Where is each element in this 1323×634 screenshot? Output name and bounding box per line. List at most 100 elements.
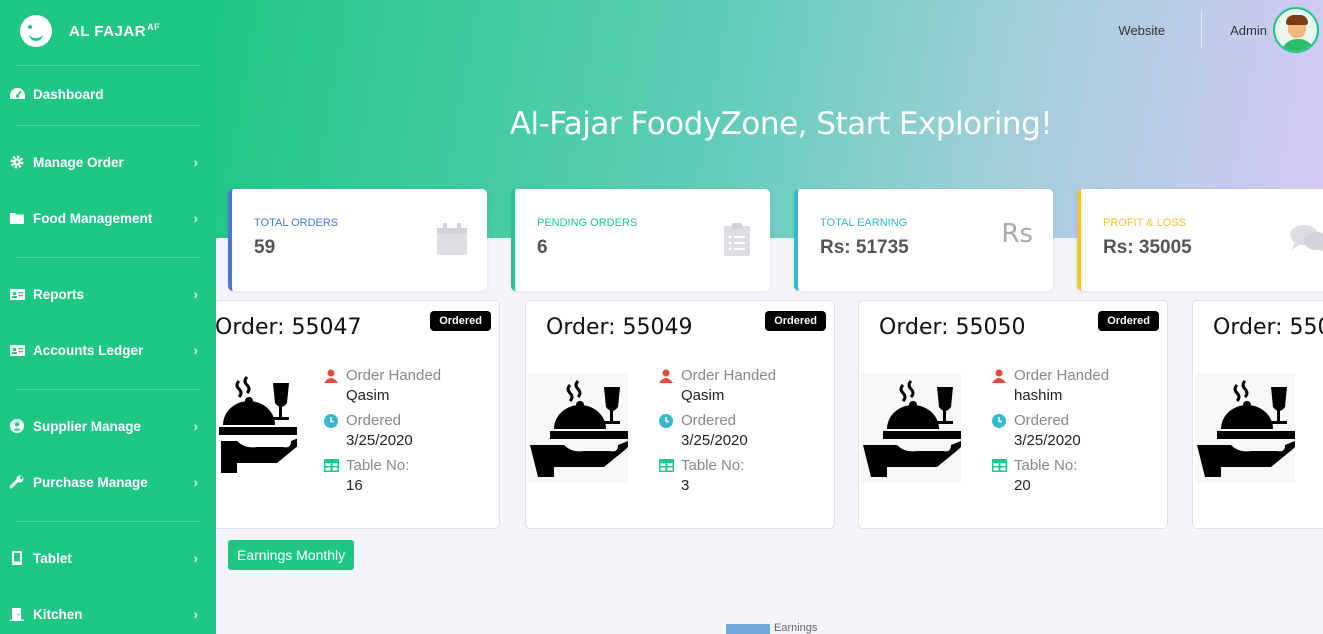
handed-value: Qasim: [346, 387, 390, 404]
stat-card-profit-loss: PROFIT & LOSS Rs: 35005: [1077, 189, 1323, 291]
table-icon: [992, 458, 1007, 473]
order-title: Order: 55047: [215, 315, 362, 340]
ordered-value: 3/25/2020: [1014, 432, 1081, 449]
sidebar: AL FAJARAF Dashboard Manage Order › Food…: [0, 0, 216, 634]
sidebar-item-manage-order[interactable]: Manage Order ›: [0, 134, 216, 190]
earnings-monthly-button[interactable]: Earnings Monthly: [228, 540, 355, 570]
order-card[interactable]: Order: 55049 Ordered Order Handed Qasim O…: [525, 300, 835, 529]
order-card[interactable]: Order: 55047 Ordered Order Handed Qasim O…: [190, 300, 500, 529]
ordered-value: 3/25/2020: [346, 432, 413, 449]
legend-label: Earnings: [774, 622, 818, 634]
calendar-icon: [437, 223, 467, 260]
table-label: Table No:: [681, 457, 745, 474]
page-title: Al-Fajar FoodyZone, Start Exploring!: [509, 106, 1053, 142]
table-value: 16: [346, 477, 363, 494]
sidebar-item-label: Supplier Manage: [33, 418, 142, 434]
sidebar-item-reports[interactable]: Reports ›: [0, 266, 216, 322]
sidebar-item-tablet[interactable]: Tablet ›: [0, 530, 216, 586]
wrench-icon: [9, 475, 25, 489]
id-card-icon: [9, 287, 25, 301]
clipboard-icon: [724, 223, 750, 261]
handed-label: Order Handed: [1014, 367, 1110, 384]
stat-card-total-orders: TOTAL ORDERS 59: [228, 189, 487, 291]
sidebar-item-label: Tablet: [33, 550, 72, 566]
avatar[interactable]: [1273, 7, 1319, 53]
chevron-right-icon: ›: [193, 154, 198, 170]
mobile-icon: [9, 551, 25, 565]
rupee-icon: Rs: [1001, 219, 1033, 249]
user-icon: [659, 369, 673, 383]
chevron-right-icon: ›: [193, 550, 198, 566]
legend-swatch: [726, 624, 770, 634]
chevron-right-icon: ›: [193, 474, 198, 490]
handed-value: Qasim: [681, 387, 725, 404]
brand-logo-icon: [20, 15, 52, 47]
handed-label: Order Handed: [346, 367, 442, 384]
stat-card-pending-orders: PENDING ORDERS 6: [511, 189, 770, 291]
order-title: Order: 550: [1213, 315, 1323, 340]
table-icon: [324, 458, 339, 473]
ordered-label: Ordered: [1014, 412, 1070, 429]
admin-menu[interactable]: Admin: [1202, 7, 1323, 53]
status-badge: Ordered: [765, 311, 826, 331]
food-serving-icon: [528, 373, 631, 483]
sidebar-item-label: Kitchen: [33, 606, 83, 622]
food-serving-icon: [861, 373, 964, 483]
sidebar-item-dashboard[interactable]: Dashboard: [0, 66, 216, 122]
sidebar-item-label: Reports: [33, 286, 85, 302]
sidebar-item-kitchen[interactable]: Kitchen ›: [0, 586, 216, 634]
food-serving-icon: [1195, 373, 1298, 483]
sidebar-item-supplier-manage[interactable]: Supplier Manage ›: [0, 398, 216, 454]
dashboard-icon: [9, 87, 25, 101]
door-icon: [9, 607, 25, 621]
chevron-right-icon: ›: [193, 286, 198, 302]
sidebar-item-label: Accounts Ledger: [33, 342, 144, 358]
handed-label: Order Handed: [681, 367, 777, 384]
comments-icon: [1290, 223, 1323, 258]
chevron-right-icon: ›: [193, 606, 198, 622]
order-card[interactable]: Order: 55050 Ordered Order Handed hashim …: [858, 300, 1168, 529]
status-badge: Ordered: [1098, 311, 1159, 331]
status-badge: Ordered: [430, 311, 491, 331]
chevron-right-icon: ›: [193, 418, 198, 434]
food-serving-icon: [217, 373, 317, 483]
sidebar-item-purchase-manage[interactable]: Purchase Manage ›: [0, 454, 216, 510]
sidebar-item-label: Purchase Manage: [33, 474, 148, 490]
brand-name: AL FAJARAF: [69, 22, 161, 40]
website-link[interactable]: Website: [1082, 11, 1203, 49]
folder-icon: [9, 211, 25, 225]
sidebar-item-accounts-ledger[interactable]: Accounts Ledger ›: [0, 322, 216, 378]
ordered-label: Ordered: [346, 412, 402, 429]
table-label: Table No:: [1014, 457, 1078, 474]
table-value: 3: [681, 477, 690, 494]
clock-icon: [659, 413, 673, 428]
user-icon: [324, 369, 338, 383]
order-title: Order: 55049: [546, 315, 693, 340]
id-card-icon: [9, 343, 25, 357]
chevron-right-icon: ›: [193, 342, 198, 358]
sidebar-item-label: Dashboard: [33, 86, 104, 102]
order-info: Order Handed Qasim Ordered 3/25/2020 Table…: [659, 367, 776, 502]
handed-value: hashim: [1014, 387, 1063, 404]
gear-icon: [9, 155, 25, 169]
ordered-label: Ordered: [681, 412, 737, 429]
stat-card-total-earning: TOTAL EARNING Rs: 51735 Rs: [794, 189, 1053, 291]
table-label: Table No:: [346, 457, 410, 474]
ordered-value: 3/25/2020: [681, 432, 748, 449]
order-card[interactable]: Order: 550: [1192, 300, 1323, 529]
user-circle-icon: [9, 419, 25, 433]
admin-label: Admin: [1230, 22, 1267, 38]
sidebar-item-label: Manage Order: [33, 154, 124, 170]
table-value: 20: [1014, 477, 1031, 494]
clock-icon: [324, 413, 338, 428]
topbar: Website Admin: [1082, 0, 1323, 60]
user-icon: [992, 369, 1006, 383]
sidebar-item-label: Food Management: [33, 210, 153, 226]
order-info: Order Handed Qasim Ordered 3/25/2020 Table…: [324, 367, 441, 502]
chevron-right-icon: ›: [193, 210, 198, 226]
brand[interactable]: AL FAJARAF: [0, 0, 216, 62]
order-info: Order Handed hashim Ordered 3/25/2020 Tabl…: [992, 367, 1109, 502]
table-icon: [659, 458, 674, 473]
clock-icon: [992, 413, 1006, 428]
sidebar-item-food-management[interactable]: Food Management ›: [0, 190, 216, 246]
